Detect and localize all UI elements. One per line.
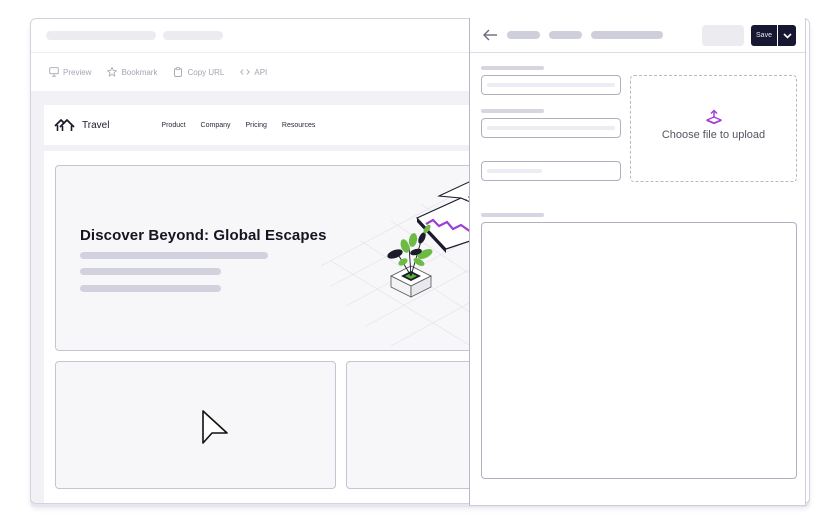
top-bar: [31, 19, 471, 53]
bookmark-label: Bookmark: [121, 67, 158, 77]
back-arrow-icon[interactable]: [482, 28, 498, 42]
canvas-area: Travel Product Company Pricing Resources…: [31, 91, 486, 503]
hero-text-placeholder: [80, 268, 221, 275]
subtitle-placeholder: [163, 31, 223, 40]
field-label-placeholder: [481, 109, 544, 113]
copy-url-button[interactable]: Copy URL: [173, 67, 224, 77]
site-nav-links: Product Company Pricing Resources: [161, 122, 315, 129]
nav-pricing[interactable]: Pricing: [246, 122, 267, 129]
plant-icon: [387, 224, 433, 298]
nav-company[interactable]: Company: [201, 122, 231, 129]
nav-resources[interactable]: Resources: [282, 122, 315, 129]
chevron-down-icon: [782, 32, 792, 39]
api-button[interactable]: API: [240, 67, 267, 77]
monitor-icon: [49, 67, 59, 77]
upload-icon: [705, 108, 722, 124]
content-card[interactable]: [346, 361, 486, 489]
hero-title: Discover Beyond: Global Escapes: [80, 227, 327, 244]
title-placeholder: [46, 31, 156, 40]
save-options-dropdown[interactable]: [778, 25, 796, 46]
code-icon: [240, 69, 251, 75]
house-icon: [54, 119, 75, 131]
secondary-button[interactable]: [702, 25, 744, 46]
text-area[interactable]: [481, 222, 797, 479]
save-button[interactable]: Save: [751, 25, 777, 46]
site-preview: Travel Product Company Pricing Resources…: [44, 105, 486, 503]
copy-url-label: Copy URL: [187, 67, 225, 77]
nav-divider: [44, 145, 471, 151]
field-label-placeholder: [481, 66, 544, 70]
preview-label: Preview: [63, 67, 92, 77]
file-upload-dropzone[interactable]: Choose file to upload: [630, 75, 797, 182]
preview-button[interactable]: Preview: [49, 67, 91, 77]
settings-panel: Save Choose file to upload: [469, 18, 806, 506]
text-input[interactable]: [481, 161, 621, 181]
upload-label: Choose file to upload: [661, 128, 766, 141]
toolbar: Preview Bookmark Copy URL API: [31, 53, 471, 91]
breadcrumb-placeholder: [591, 31, 663, 39]
site-navbar: Travel Product Company Pricing Resources: [44, 105, 471, 145]
panel-header: Save: [470, 18, 805, 53]
mouse-cursor-icon: [202, 410, 228, 444]
clipboard-icon: [174, 67, 183, 77]
text-input[interactable]: [481, 75, 621, 95]
bookmark-button[interactable]: Bookmark: [107, 67, 157, 77]
logo-text: Travel: [82, 119, 110, 131]
plant-laptop-illustration: [321, 180, 484, 347]
hero-text-placeholder: [80, 285, 221, 292]
nav-product[interactable]: Product: [161, 122, 185, 129]
field-label-placeholder: [481, 213, 544, 217]
site-logo[interactable]: Travel: [54, 118, 109, 132]
star-icon: [107, 67, 118, 77]
text-input[interactable]: [481, 118, 621, 138]
hero-text-placeholder: [80, 252, 268, 259]
breadcrumb-placeholder: [507, 31, 540, 39]
breadcrumb-placeholder: [549, 31, 582, 39]
content-card[interactable]: [55, 361, 336, 489]
api-label: API: [254, 67, 268, 77]
hero-section[interactable]: Discover Beyond: Global Escapes: [55, 165, 485, 351]
